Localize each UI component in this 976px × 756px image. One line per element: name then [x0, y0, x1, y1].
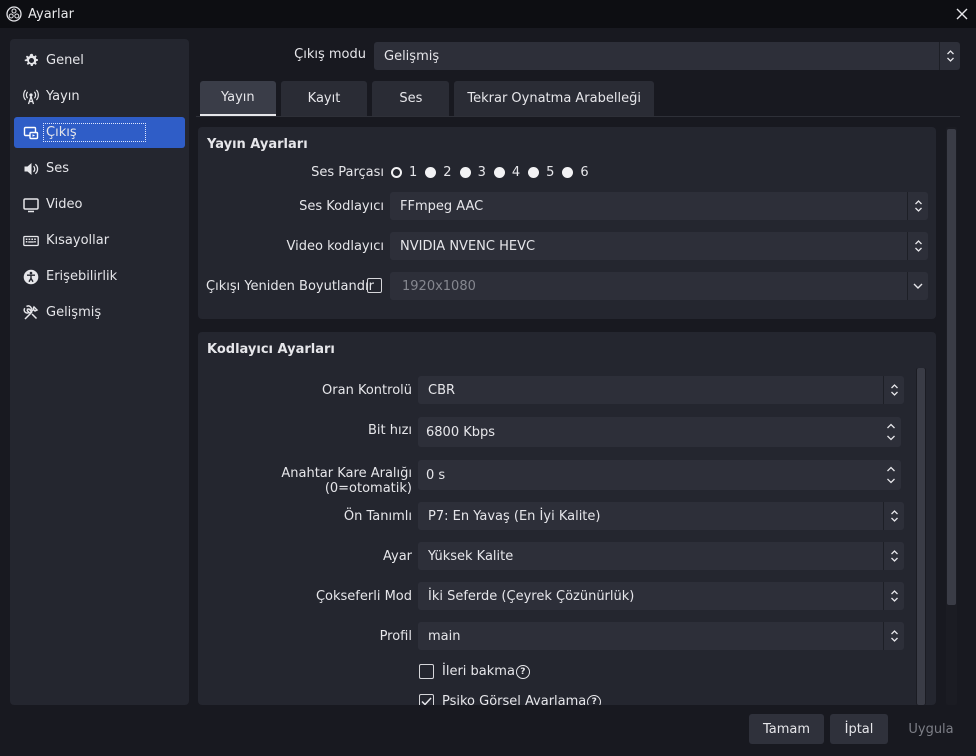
- checkmark-icon: [421, 697, 432, 705]
- audio-track-radio-6[interactable]: 6: [562, 165, 589, 180]
- tab-audio[interactable]: Ses: [372, 81, 450, 116]
- apply-button[interactable]: Uygula: [898, 714, 964, 744]
- sidebar-item-advanced[interactable]: Gelişmiş: [14, 297, 185, 328]
- audio-track-radio-4[interactable]: 4: [493, 165, 520, 180]
- output-icon: [23, 125, 39, 141]
- tab-divider: [196, 116, 960, 117]
- output-mode-select[interactable]: Gelişmiş: [374, 42, 960, 70]
- audio-encoder-select[interactable]: FFmpeg AAC: [390, 192, 928, 220]
- multipass-label: Çokseferli Mod: [315, 589, 412, 604]
- ok-button[interactable]: Tamam: [749, 714, 824, 744]
- speaker-icon: [23, 161, 39, 177]
- rate-control-select[interactable]: CBR: [418, 376, 904, 404]
- rate-control-label: Oran Kontrolü: [322, 383, 412, 398]
- updown-arrows-icon: [883, 502, 904, 530]
- audio-track-radios: 1 2 3 4 5 6: [391, 165, 597, 180]
- keyboard-icon: [23, 233, 39, 249]
- updown-arrows-icon: [907, 232, 928, 260]
- tools-icon: [23, 304, 39, 321]
- video-encoder-select[interactable]: NVIDIA NVENC HEVC: [390, 232, 928, 260]
- obs-logo-icon: [6, 6, 22, 22]
- updown-arrows-icon: [939, 42, 960, 70]
- cancel-button[interactable]: İptal: [830, 714, 888, 744]
- profile-label: Profil: [379, 629, 412, 644]
- scrollbar-thumb[interactable]: [947, 129, 956, 605]
- window-title: Ayarlar: [28, 6, 74, 22]
- sidebar-item-hotkeys[interactable]: Kısayollar: [14, 225, 185, 256]
- psycho-visual-label: Psiko Görsel Ayarlama?: [442, 694, 602, 705]
- chevron-down-icon: [907, 272, 928, 300]
- encoder-inner-scrollbar[interactable]: [916, 368, 926, 705]
- keyframe-interval-label: Anahtar Kare Aralığı (0=otomatik): [281, 466, 412, 496]
- audio-track-radio-5[interactable]: 5: [528, 165, 554, 180]
- tab-recording[interactable]: Kayıt: [280, 81, 368, 116]
- preset-label: Ön Tanımlı: [343, 509, 412, 524]
- spin-arrows-icon[interactable]: [880, 417, 901, 447]
- antenna-icon: [23, 89, 39, 105]
- rescale-checkbox[interactable]: [367, 278, 382, 293]
- encoder-settings-group: Kodlayıcı Ayarları Oran Kontrolü CBR Bit…: [198, 332, 936, 705]
- sidebar-item-stream[interactable]: Yayın: [14, 81, 185, 112]
- updown-arrows-icon: [883, 542, 904, 570]
- audio-track-radio-2[interactable]: 2: [425, 165, 452, 180]
- profile-select[interactable]: main: [418, 622, 904, 650]
- stream-settings-title: Yayın Ayarları: [207, 137, 308, 152]
- lookahead-label: İleri bakma?: [442, 664, 530, 679]
- keyframe-interval-spinbox[interactable]: 0 s: [418, 460, 901, 490]
- updown-arrows-icon: [883, 582, 904, 610]
- tab-replay-buffer[interactable]: Tekrar Oynatma Arabelleği: [454, 81, 654, 116]
- sidebar-item-video[interactable]: Video: [14, 189, 185, 220]
- settings-sidebar: Genel Yayın Çıkış Ses Video Kısayollar E…: [10, 39, 189, 705]
- rescale-resolution-select[interactable]: 1920x1080: [390, 272, 928, 300]
- help-icon[interactable]: ?: [587, 695, 602, 705]
- sidebar-item-output[interactable]: Çıkış: [14, 117, 185, 148]
- updown-arrows-icon: [883, 622, 904, 650]
- rescale-label: Çıkışı Yeniden Boyutlandır: [206, 279, 374, 294]
- gear-icon: [23, 53, 39, 69]
- lookahead-checkbox[interactable]: [419, 664, 434, 679]
- bitrate-spinbox[interactable]: 6800 Kbps: [418, 417, 901, 447]
- audio-encoder-label: Ses Kodlayıcı: [299, 199, 384, 214]
- preset-select[interactable]: P7: En Yavaş (En İyi Kalite): [418, 502, 904, 530]
- sidebar-item-general[interactable]: Genel: [14, 45, 185, 76]
- tuning-select[interactable]: Yüksek Kalite: [418, 542, 904, 570]
- updown-arrows-icon: [907, 192, 928, 220]
- close-icon[interactable]: [948, 0, 976, 28]
- monitor-icon: [23, 197, 39, 213]
- output-mode-row: Çıkış modu Gelişmiş: [196, 42, 960, 70]
- tab-stream[interactable]: Yayın: [200, 81, 276, 116]
- video-encoder-label: Video kodlayıcı: [286, 239, 384, 254]
- psycho-visual-checkbox[interactable]: [419, 694, 434, 705]
- sidebar-item-audio[interactable]: Ses: [14, 153, 185, 184]
- output-tabs: Yayın Kayıt Ses Tekrar Oynatma Arabelleğ…: [200, 81, 659, 116]
- help-icon[interactable]: ?: [515, 665, 530, 679]
- updown-arrows-icon: [883, 376, 904, 404]
- sidebar-item-accessibility[interactable]: Erişebilirlik: [14, 261, 185, 292]
- spin-arrows-icon[interactable]: [880, 460, 901, 490]
- bitrate-label: Bit hızı: [367, 423, 412, 438]
- audio-track-radio-1[interactable]: 1: [391, 165, 417, 180]
- title-bar: Ayarlar: [0, 0, 976, 28]
- audio-track-radio-3[interactable]: 3: [459, 165, 486, 180]
- encoder-settings-title: Kodlayıcı Ayarları: [207, 342, 335, 357]
- stream-settings-group: Yayın Ayarları Ses Parçası 1 2 3 4 5 6 S…: [198, 127, 936, 319]
- audio-track-label: Ses Parçası: [311, 165, 384, 180]
- output-mode-label: Çıkış modu: [294, 47, 366, 62]
- multipass-select[interactable]: İki Seferde (Çeyrek Çözünürlük): [418, 582, 904, 610]
- tuning-label: Ayar: [382, 549, 412, 564]
- settings-scrollbar[interactable]: [946, 127, 957, 705]
- accessibility-icon: [23, 269, 39, 285]
